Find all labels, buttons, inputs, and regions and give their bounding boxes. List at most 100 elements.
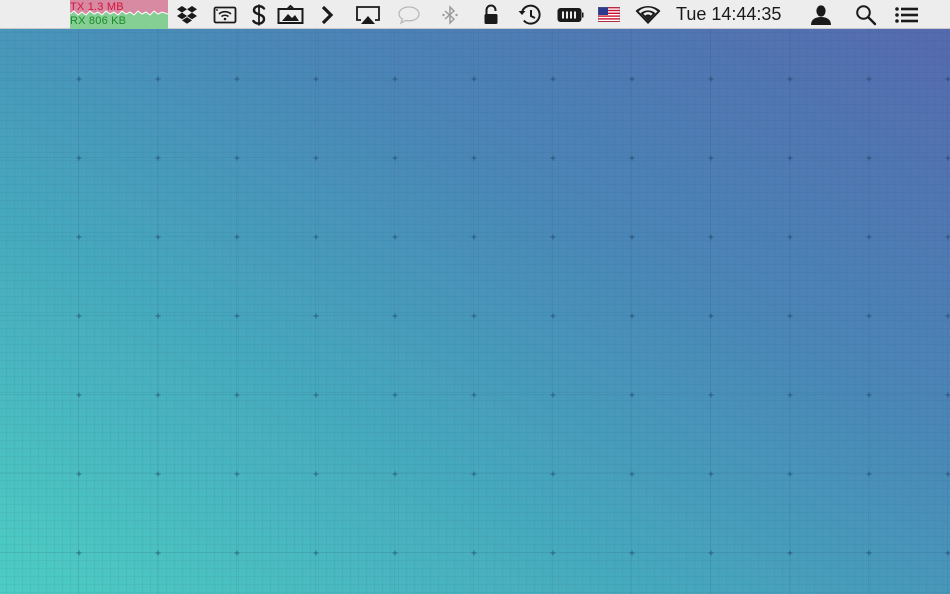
wallpaper-crosshair-marks [0,0,950,594]
wifi-icon[interactable] [634,0,662,29]
wallpaper-cross-mark [788,156,793,161]
wallpaper-cross-mark [314,551,319,556]
wallpaper-cross-mark [946,393,950,398]
wallpaper-cross-mark [946,551,950,556]
wallpaper-cross-mark [867,156,872,161]
wallpaper-cross-mark [867,77,872,82]
wallpaper-cross-mark [709,156,714,161]
wallpaper-cross-mark [946,472,950,477]
wallpaper-cross-mark [156,472,161,477]
wallpaper-cross-mark [867,393,872,398]
spotlight-search-icon[interactable] [853,0,879,29]
wallpaper-cross-mark [235,551,240,556]
wallpaper-cross-mark [393,472,398,477]
dropbox-icon[interactable] [175,0,199,29]
wallpaper-cross-mark [709,551,714,556]
s-app-icon[interactable] [249,0,269,29]
wallpaper-cross-mark [709,472,714,477]
wallpaper-cross-mark [867,551,872,556]
wallpaper-cross-mark [393,156,398,161]
wallpaper-cross-mark [630,156,635,161]
wallpaper-cross-mark [77,393,82,398]
wifi-signal-panel-icon[interactable] [212,0,238,29]
wallpaper-cross-mark [788,314,793,319]
wallpaper-cross-mark [156,551,161,556]
wallpaper-cross-mark [630,551,635,556]
wallpaper-cross-mark [630,393,635,398]
wallpaper-cross-mark [551,235,556,240]
image-tray-icon[interactable] [276,0,304,29]
wallpaper-cross-mark [314,393,319,398]
menu-clock[interactable]: Tue 14:44:35 [676,0,781,29]
wallpaper-cross-mark [314,472,319,477]
wallpaper-cross-mark [235,77,240,82]
wallpaper-cross-mark [946,77,950,82]
wallpaper-cross-mark [156,314,161,319]
wallpaper-cross-mark [788,472,793,477]
wallpaper-cross-mark [235,235,240,240]
wallpaper-cross-mark [77,77,82,82]
wallpaper-cross-mark [77,551,82,556]
wallpaper-cross-mark [472,156,477,161]
time-machine-icon[interactable] [516,0,544,29]
wallpaper-cross-mark [788,235,793,240]
wallpaper-cross-mark [630,235,635,240]
notification-center-icon[interactable] [893,0,921,29]
wallpaper-cross-mark [472,472,477,477]
wallpaper-cross-mark [867,472,872,477]
wallpaper-cross-mark [314,314,319,319]
wallpaper-cross-mark [314,156,319,161]
wallpaper-cross-mark [709,77,714,82]
wallpaper-cross-mark [551,314,556,319]
network-tx-label: TX 1.3 MB [70,2,124,13]
wallpaper-cross-mark [77,314,82,319]
wallpaper-cross-mark [551,472,556,477]
wallpaper-cross-mark [235,156,240,161]
network-monitor-widget[interactable]: TX 1.3 MB RX 806 KB [70,0,168,29]
wallpaper-cross-mark [551,156,556,161]
wallpaper-cross-mark [946,314,950,319]
wallpaper-cross-mark [235,472,240,477]
wallpaper-cross-mark [472,235,477,240]
wallpaper-cross-mark [314,77,319,82]
wallpaper-cross-mark [472,551,477,556]
wallpaper-cross-mark [709,314,714,319]
us-flag-input-icon[interactable] [597,0,621,29]
wallpaper-cross-mark [156,393,161,398]
wallpaper-cross-mark [867,314,872,319]
wallpaper-cross-mark [393,235,398,240]
airplay-icon[interactable] [355,0,381,29]
wallpaper-cross-mark [77,156,82,161]
chevron-right-icon[interactable] [318,0,336,29]
wallpaper-cross-mark [156,77,161,82]
wallpaper-cross-mark [156,156,161,161]
wallpaper-cross-mark [77,472,82,477]
speech-bubble-icon[interactable] [396,0,422,29]
wallpaper-cross-mark [472,77,477,82]
wallpaper-cross-mark [709,393,714,398]
network-rx-label: RX 806 KB [70,16,126,27]
wallpaper-cross-mark [551,393,556,398]
wallpaper-cross-mark [235,314,240,319]
wallpaper-cross-mark [630,472,635,477]
wallpaper-cross-mark [551,551,556,556]
wallpaper-cross-mark [788,551,793,556]
wallpaper-cross-mark [393,551,398,556]
wallpaper-cross-mark [472,314,477,319]
wallpaper-cross-mark [314,235,319,240]
bluetooth-icon[interactable] [440,0,460,29]
wallpaper-cross-mark [156,235,161,240]
wallpaper-cross-mark [551,77,556,82]
wallpaper-cross-mark [946,156,950,161]
wallpaper-cross-mark [235,393,240,398]
wallpaper-cross-mark [709,235,714,240]
wallpaper-cross-mark [788,393,793,398]
wallpaper-cross-mark [630,314,635,319]
wallpaper-cross-mark [77,235,82,240]
battery-icon[interactable] [555,0,585,29]
wallpaper-cross-mark [393,393,398,398]
lock-icon[interactable] [481,0,501,29]
user-icon[interactable] [808,0,834,29]
desktop-wallpaper [0,0,950,594]
wallpaper-cross-mark [788,77,793,82]
